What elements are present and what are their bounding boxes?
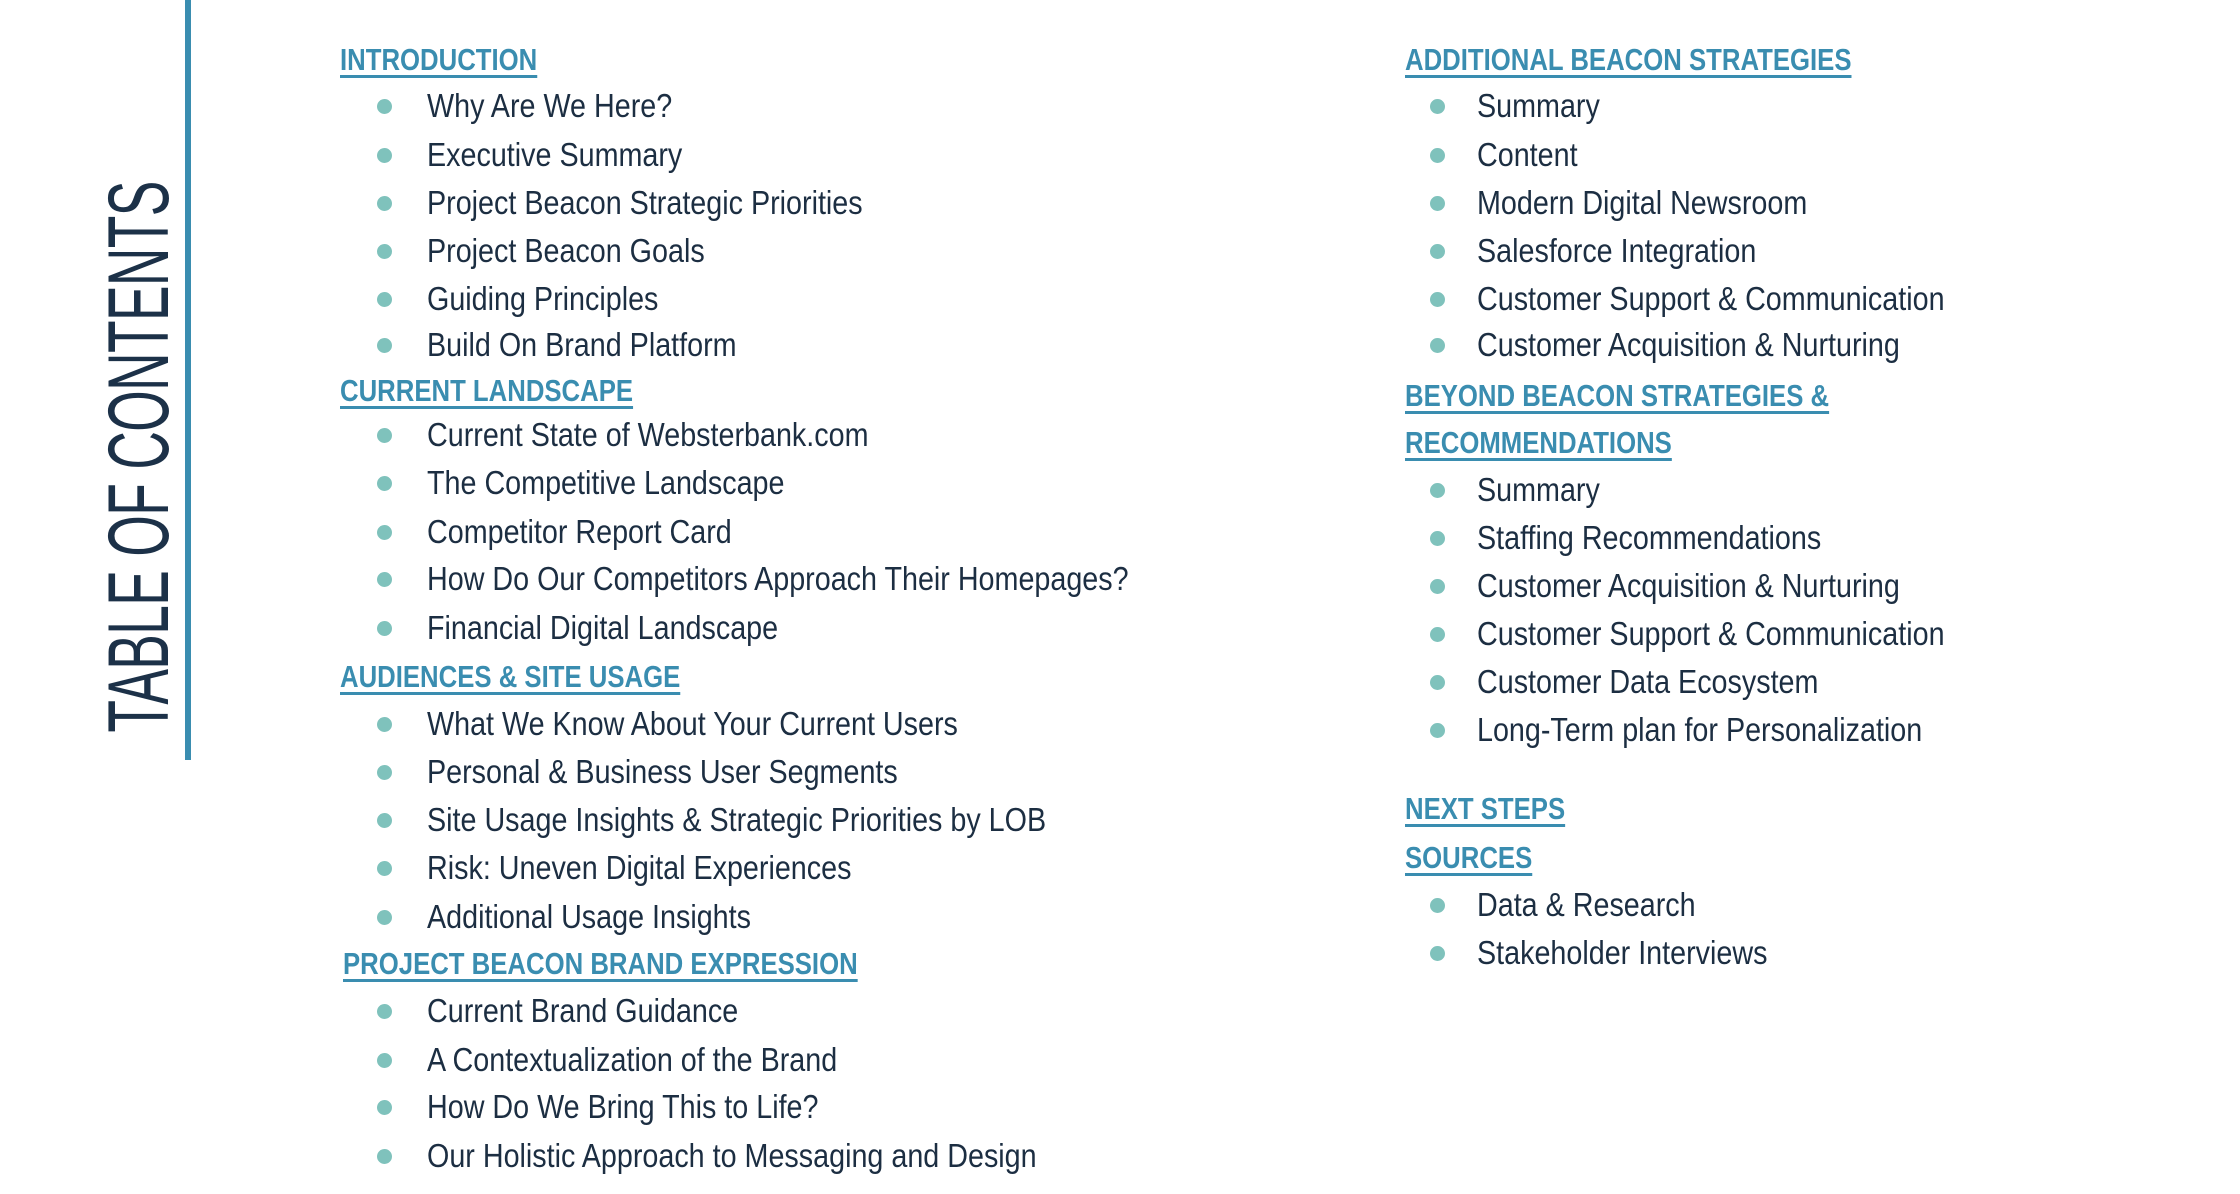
bullet-icon <box>1430 531 1445 546</box>
section-heading-sources[interactable]: SOURCES <box>1405 842 1532 873</box>
bullet-icon <box>377 476 392 491</box>
bullet-icon <box>1430 338 1445 353</box>
list-item-label[interactable]: Additional Usage Insights <box>427 897 751 937</box>
bullet-icon <box>377 1100 392 1115</box>
list-item-label[interactable]: Project Beacon Goals <box>427 231 705 271</box>
list-item-label[interactable]: Summary <box>1477 86 1600 126</box>
list-item-label[interactable]: Project Beacon Strategic Priorities <box>427 183 863 223</box>
list-item-label[interactable]: The Competitive Landscape <box>427 463 784 503</box>
list-item-label[interactable]: How Do We Bring This to Life? <box>427 1087 818 1127</box>
bullet-icon <box>377 621 392 636</box>
section-heading-beyond-beacon-line1[interactable]: BEYOND BEACON STRATEGIES & <box>1405 380 1829 411</box>
bullet-icon <box>1430 675 1445 690</box>
bullet-icon <box>377 717 392 732</box>
list-item-label[interactable]: Build On Brand Platform <box>427 325 737 365</box>
bullet-icon <box>377 244 392 259</box>
list-item-label[interactable]: Guiding Principles <box>427 279 658 319</box>
list-item-label[interactable]: Customer Acquisition & Nurturing <box>1477 325 1900 365</box>
list-item-label[interactable]: Customer Data Ecosystem <box>1477 662 1818 702</box>
list-item-label[interactable]: Our Holistic Approach to Messaging and D… <box>427 1136 1037 1176</box>
bullet-icon <box>1430 292 1445 307</box>
list-item-label[interactable]: What We Know About Your Current Users <box>427 704 958 744</box>
bullet-icon <box>377 1149 392 1164</box>
section-heading-brand-expression[interactable]: PROJECT BEACON BRAND EXPRESSION <box>343 948 858 979</box>
bullet-icon <box>377 99 392 114</box>
list-item-label[interactable]: Customer Acquisition & Nurturing <box>1477 566 1900 606</box>
list-item-label[interactable]: A Contextualization of the Brand <box>427 1040 837 1080</box>
bullet-icon <box>377 1004 392 1019</box>
bullet-icon <box>377 910 392 925</box>
bullet-icon <box>377 428 392 443</box>
vertical-divider <box>185 0 191 760</box>
bullet-icon <box>1430 627 1445 642</box>
section-heading-current-landscape[interactable]: CURRENT LANDSCAPE <box>340 375 633 406</box>
section-heading-next-steps[interactable]: NEXT STEPS <box>1405 793 1565 824</box>
list-item-label[interactable]: Customer Support & Communication <box>1477 614 1945 654</box>
bullet-icon <box>1430 99 1445 114</box>
list-item-label[interactable]: Content <box>1477 135 1578 175</box>
list-item-label[interactable]: Competitor Report Card <box>427 512 732 552</box>
bullet-icon <box>1430 946 1445 961</box>
list-item-label[interactable]: Stakeholder Interviews <box>1477 933 1767 973</box>
list-item-label[interactable]: How Do Our Competitors Approach Their Ho… <box>427 559 1129 599</box>
list-item-label[interactable]: Staffing Recommendations <box>1477 518 1821 558</box>
section-heading-audiences-site-usage[interactable]: AUDIENCES & SITE USAGE <box>340 661 680 692</box>
page-title: TABLE OF CONTENTS <box>91 180 187 733</box>
bullet-icon <box>1430 196 1445 211</box>
bullet-icon <box>1430 579 1445 594</box>
bullet-icon <box>377 572 392 587</box>
section-heading-beyond-beacon-line2[interactable]: RECOMMENDATIONS <box>1405 427 1672 458</box>
bullet-icon <box>377 1053 392 1068</box>
list-item-label[interactable]: Site Usage Insights & Strategic Prioriti… <box>427 800 1046 840</box>
list-item-label[interactable]: Executive Summary <box>427 135 682 175</box>
list-item-label[interactable]: Data & Research <box>1477 885 1696 925</box>
list-item-label[interactable]: Customer Support & Communication <box>1477 279 1945 319</box>
bullet-icon <box>1430 483 1445 498</box>
list-item-label[interactable]: Long-Term plan for Personalization <box>1477 710 1922 750</box>
bullet-icon <box>377 292 392 307</box>
bullet-icon <box>377 148 392 163</box>
list-item-label[interactable]: Why Are We Here? <box>427 86 672 126</box>
list-item-label[interactable]: Risk: Uneven Digital Experiences <box>427 848 851 888</box>
list-item-label[interactable]: Current State of Websterbank.com <box>427 415 868 455</box>
bullet-icon <box>377 525 392 540</box>
section-heading-additional-beacon-strategies[interactable]: ADDITIONAL BEACON STRATEGIES <box>1405 44 1851 75</box>
section-heading-introduction[interactable]: INTRODUCTION <box>340 44 537 75</box>
list-item-label[interactable]: Modern Digital Newsroom <box>1477 183 1807 223</box>
bullet-icon <box>1430 148 1445 163</box>
bullet-icon <box>1430 723 1445 738</box>
list-item-label[interactable]: Personal & Business User Segments <box>427 752 898 792</box>
bullet-icon <box>377 813 392 828</box>
list-item-label[interactable]: Current Brand Guidance <box>427 991 738 1031</box>
bullet-icon <box>377 338 392 353</box>
list-item-label[interactable]: Summary <box>1477 470 1600 510</box>
bullet-icon <box>377 765 392 780</box>
bullet-icon <box>377 861 392 876</box>
list-item-label[interactable]: Salesforce Integration <box>1477 231 1756 271</box>
bullet-icon <box>1430 898 1445 913</box>
bullet-icon <box>1430 244 1445 259</box>
bullet-icon <box>377 196 392 211</box>
list-item-label[interactable]: Financial Digital Landscape <box>427 608 778 648</box>
toc-title-container: TABLE OF CONTENTS <box>91 181 187 732</box>
